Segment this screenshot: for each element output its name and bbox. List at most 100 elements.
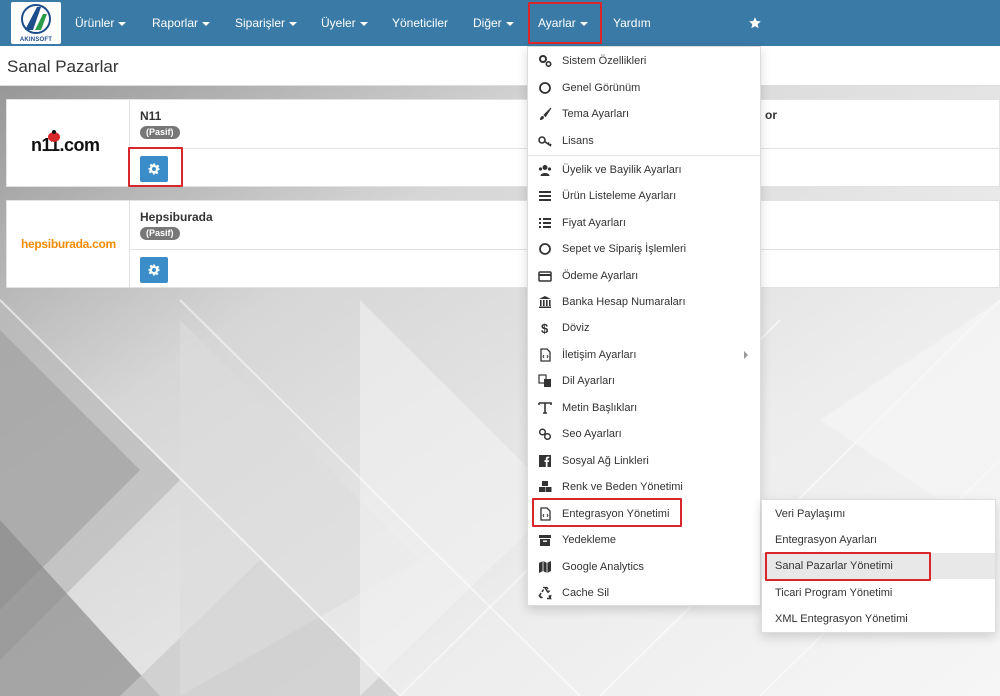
credit-card-icon <box>538 271 552 282</box>
menu-item-label: Seo Ayarları <box>562 428 622 440</box>
caret-down-icon <box>505 21 514 26</box>
caret-down-icon <box>289 21 298 26</box>
n11-logo-text: n11.com <box>31 135 100 155</box>
submenu-item-entegrasyon-ayarlari[interactable]: Entegrasyon Ayarları <box>762 527 995 553</box>
archive-icon <box>539 535 551 546</box>
svg-text:$: $ <box>541 321 549 335</box>
menu-item-metin-basliklari[interactable]: Metin Başlıkları <box>528 395 760 421</box>
map-icon <box>539 561 551 573</box>
chevron-right-icon <box>744 351 748 359</box>
menu-item-lisans[interactable]: Lisans <box>528 128 760 154</box>
submenu-item-veri-paylasimi[interactable]: Veri Paylaşımı <box>762 501 995 527</box>
status-badge: (Pasif) <box>140 227 180 240</box>
nav-yardim[interactable]: Yardım <box>613 0 651 46</box>
menu-item-banka-hesap[interactable]: Banka Hesap Numaraları <box>528 289 760 315</box>
menu-item-sistem-ozellikleri[interactable]: Sistem Özellikleri <box>528 48 760 74</box>
menu-item-label: Genel Görünüm <box>562 82 641 94</box>
menu-item-label: Metin Başlıkları <box>562 402 638 414</box>
menu-item-label: Renk ve Beden Yönetimi <box>562 481 683 493</box>
list-ol-icon <box>539 218 551 228</box>
menu-item-urun-listeleme[interactable]: Ürün Listeleme Ayarları <box>528 183 760 209</box>
menu-item-cache-sil[interactable]: Cache Sil <box>528 580 760 606</box>
menu-item-label: Yedekleme <box>562 534 617 546</box>
list-icon <box>539 191 551 201</box>
settings-button[interactable] <box>140 257 168 283</box>
cubes-icon <box>539 481 552 492</box>
logo-icon <box>21 4 51 34</box>
menu-item-label: Sepet ve Sipariş İşlemleri <box>562 243 687 255</box>
nav-label: Raporlar <box>152 16 199 30</box>
ladybug-icon <box>48 130 60 142</box>
submenu-item-label: XML Entegrasyon Yönetimi <box>775 613 908 625</box>
circle-icon <box>539 243 551 255</box>
nav-raporlar[interactable]: Raporlar <box>152 0 211 46</box>
facebook-icon <box>539 455 551 467</box>
status-badge: (Pasif) <box>140 126 180 139</box>
nav-uyeler[interactable]: Üyeler <box>321 0 368 46</box>
menu-item-renk-beden[interactable]: Renk ve Beden Yönetimi <box>528 474 760 500</box>
menu-item-label: Cache Sil <box>562 587 610 599</box>
page-title: Sanal Pazarlar <box>7 57 119 76</box>
nav-yoneticiler[interactable]: Yöneticiler <box>392 0 448 46</box>
nav-urunler[interactable]: Ürünler <box>75 0 127 46</box>
gear-icon <box>148 264 160 276</box>
menu-item-label: Döviz <box>562 322 590 334</box>
submenu-item-xml-entegrasyon[interactable]: XML Entegrasyon Yönetimi <box>762 606 995 632</box>
menu-item-iletisim-ayarlari[interactable]: İletişim Ayarları <box>528 342 760 368</box>
file-code-icon <box>540 348 551 362</box>
menu-item-tema-ayarlari[interactable]: Tema Ayarları <box>528 101 760 127</box>
menu-item-genel-gorunum[interactable]: Genel Görünüm <box>528 75 760 101</box>
menu-item-dil-ayarlari[interactable]: Dil Ayarları <box>528 368 760 394</box>
bank-icon <box>539 296 551 308</box>
page-header: Sanal Pazarlar <box>0 46 1000 86</box>
menu-item-google-analytics[interactable]: Google Analytics <box>528 554 760 580</box>
key-icon <box>538 136 552 147</box>
menu-item-label: Dil Ayarları <box>562 375 615 387</box>
menu-item-doviz[interactable]: $ Döviz <box>528 315 760 341</box>
nav-label: Yöneticiler <box>392 16 449 30</box>
circle-icon <box>539 82 551 94</box>
menu-item-sosyal-ag[interactable]: Sosyal Ağ Linkleri <box>528 448 760 474</box>
dollar-icon: $ <box>541 321 549 335</box>
highlight-sanal-pazarlar <box>765 552 931 581</box>
menu-item-label: Sosyal Ağ Linkleri <box>562 455 649 467</box>
menu-item-label: Google Analytics <box>562 561 644 573</box>
highlight-entegrasyon <box>532 498 682 527</box>
truncated-text: or <box>765 108 777 122</box>
caret-down-icon <box>202 21 211 26</box>
hepsiburada-logo: hepsiburada.com <box>7 201 130 287</box>
highlight-n11-settings <box>128 147 183 187</box>
menu-item-seo-ayarlari[interactable]: Seo Ayarları <box>528 421 760 447</box>
marketplace-name: N11 <box>140 109 162 123</box>
menu-divider <box>528 155 760 156</box>
submenu-item-label: Entegrasyon Ayarları <box>775 534 877 546</box>
menu-item-sepet-siparis[interactable]: Sepet ve Sipariş İşlemleri <box>528 236 760 262</box>
menu-item-uyelik-bayilik[interactable]: Üyelik ve Bayilik Ayarları <box>528 157 760 183</box>
menu-item-label: Banka Hesap Numaraları <box>562 296 686 308</box>
language-icon <box>538 374 551 387</box>
menu-item-label: Üyelik ve Bayilik Ayarları <box>562 164 682 176</box>
n11-logo: n11.com <box>7 100 130 186</box>
brand-logo[interactable]: AKINSOFT <box>11 2 61 44</box>
menu-item-label: Ödeme Ayarları <box>562 270 639 282</box>
nav-diger[interactable]: Diğer <box>473 0 514 46</box>
caret-down-icon <box>118 21 127 26</box>
hepsiburada-logo-text: hepsiburada.com <box>21 237 116 251</box>
star-icon[interactable] <box>748 16 762 30</box>
nav-label: Diğer <box>473 16 502 30</box>
submenu-item-ticari-program[interactable]: Ticari Program Yönetimi <box>762 580 995 606</box>
menu-item-yedekleme[interactable]: Yedekleme <box>528 527 760 553</box>
cogs-icon <box>539 55 552 68</box>
menu-item-label: Lisans <box>562 135 594 147</box>
menu-item-label: Fiyat Ayarları <box>562 217 626 229</box>
nav-siparisler[interactable]: Siparişler <box>235 0 298 46</box>
menu-item-fiyat-ayarlari[interactable]: Fiyat Ayarları <box>528 210 760 236</box>
menu-item-label: Sistem Özellikleri <box>562 55 647 67</box>
highlight-ayarlar <box>528 2 602 44</box>
submenu-item-label: Ticari Program Yönetimi <box>775 587 893 599</box>
nav-label: Yardım <box>613 16 651 30</box>
nav-label: Ürünler <box>75 16 115 30</box>
menu-item-label: Ürün Listeleme Ayarları <box>562 190 677 202</box>
menu-item-odeme-ayarlari[interactable]: Ödeme Ayarları <box>528 263 760 289</box>
link-icon <box>538 428 552 441</box>
